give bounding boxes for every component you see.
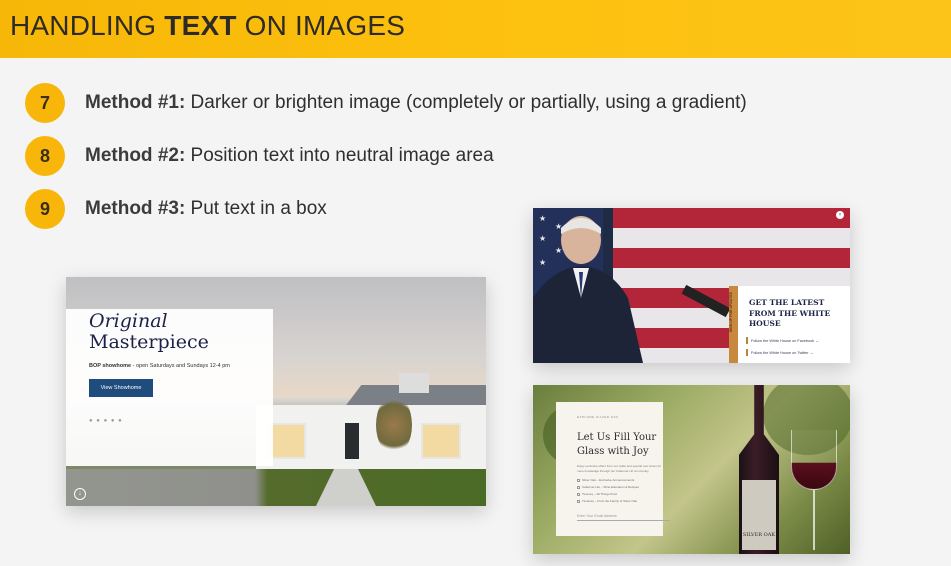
- hero-subtext-bold: BOP showhome: [89, 363, 132, 369]
- flag-stripe: [613, 248, 850, 268]
- whitehouse-heading: GET THE LATEST FROM THE WHITE HOUSE: [749, 298, 830, 330]
- method-number-badge: 7: [25, 83, 65, 123]
- heading-line: Let Us Fill Your: [577, 432, 657, 443]
- method-item-2: 8 Method #2: Position text into neutral …: [25, 136, 845, 176]
- method-description: Darker or brighten image (completely or …: [185, 92, 747, 113]
- method-label: Method #3:: [85, 198, 186, 219]
- carousel-dots[interactable]: ● ● ● ● ●: [89, 418, 123, 424]
- slide-title: HANDLING TEXT ON IMAGES: [10, 10, 405, 42]
- example-house-hero: Original Masterpiece BOP showhome - open …: [66, 277, 486, 506]
- heading-line: HOUSE: [749, 319, 781, 328]
- newsletter-checkbox[interactable]: Timeless – From the Family of Silver Oak: [577, 499, 637, 503]
- wine-overline: EXPLORE SILVER OAK: [577, 415, 619, 419]
- method-text: Method #3: Put text in a box: [85, 198, 327, 220]
- hero-heading-italic: Original: [89, 310, 168, 332]
- wine-paragraph: Enjoy exclusive offers from our cellar a…: [577, 464, 662, 473]
- newsletter-checkbox[interactable]: Cabernet Life – Wine Education & Recipes: [577, 485, 639, 489]
- method-text: Method #2: Position text into neutral im…: [85, 145, 494, 167]
- title-part-1: HANDLING: [10, 10, 165, 41]
- signup-side-tab[interactable]: SIGN UP FOR UPDATES: [729, 286, 738, 363]
- wine-glass: [791, 430, 837, 490]
- newsletter-checkbox[interactable]: Twomey – All Things Pinot: [577, 492, 617, 496]
- lawn: [66, 469, 486, 506]
- checkbox-icon[interactable]: [577, 492, 580, 496]
- email-field[interactable]: Enter Your Email Address: [577, 514, 670, 521]
- link-accent-bar: [746, 337, 748, 344]
- twitter-link[interactable]: Follow the White House on Twitter →: [751, 351, 813, 355]
- title-bold: TEXT: [164, 10, 237, 41]
- method-label: Method #2:: [85, 145, 186, 166]
- checkbox-icon[interactable]: [577, 478, 580, 482]
- hero-heading: Original Masterpiece: [89, 311, 209, 353]
- checkbox-icon[interactable]: [577, 485, 580, 489]
- scroll-down-icon[interactable]: ↓: [74, 488, 86, 500]
- tree: [376, 395, 412, 455]
- link-accent-bar: [746, 349, 748, 356]
- heading-line: FROM THE WHITE: [749, 308, 831, 318]
- method-description: Put text in a box: [185, 198, 327, 219]
- side-tab-label: SIGN UP FOR UPDATES: [729, 292, 733, 333]
- hero-subtext-rest: - open Saturdays and Sundays 12-4 pm: [131, 363, 230, 369]
- hero-heading-main: Masterpiece: [89, 331, 209, 353]
- wine-glass-stem: [813, 490, 815, 550]
- checkbox-label: Timeless – From the Family of Silver Oak: [582, 499, 637, 503]
- facebook-link[interactable]: Follow the White House on Facebook →: [751, 339, 819, 343]
- bottle-label-text: SILVER OAK: [742, 532, 776, 538]
- bottle-label: SILVER OAK: [742, 480, 776, 550]
- view-showhome-button[interactable]: View Showhome: [89, 379, 153, 397]
- hero-subtext: BOP showhome - open Saturdays and Sunday…: [89, 363, 230, 369]
- house-window: [421, 423, 461, 459]
- method-item-1: 7 Method #1: Darker or brighten image (c…: [25, 83, 845, 123]
- method-label: Method #1:: [85, 92, 186, 113]
- flag-stripe: [613, 208, 850, 228]
- heading-line: Glass with Joy: [577, 446, 649, 457]
- heading-line: GET THE LATEST: [749, 298, 825, 307]
- example-wine-signup: EXPLORE SILVER OAK Let Us Fill Your Glass…: [533, 385, 850, 554]
- checkbox-label: Cabernet Life – Wine Education & Recipes: [582, 485, 639, 489]
- checkbox-icon[interactable]: [577, 499, 580, 503]
- house-chimney: [399, 373, 429, 393]
- house-door: [345, 423, 359, 459]
- method-number-badge: 9: [25, 189, 65, 229]
- flag-stripe: [613, 228, 850, 248]
- title-part-2: ON IMAGES: [236, 10, 406, 41]
- method-text: Method #1: Darker or brighten image (com…: [85, 92, 747, 114]
- flag-stripe: [613, 268, 850, 288]
- example-whitehouse-banner: ★ ★ ★ ★ ★ SIGN UP FOR UPDATES GET THE LA…: [533, 208, 850, 363]
- method-description: Position text into neutral image area: [185, 145, 494, 166]
- newsletter-checkbox[interactable]: Silver Oak – Exclusive Announcements: [577, 478, 634, 482]
- speaker-silhouette: [533, 216, 643, 363]
- wine-heading: Let Us Fill Your Glass with Joy: [577, 431, 656, 459]
- checkbox-label: Twomey – All Things Pinot: [582, 492, 618, 496]
- slide-header: HANDLING TEXT ON IMAGES: [0, 0, 951, 58]
- method-number-badge: 8: [25, 136, 65, 176]
- close-icon[interactable]: ×: [836, 211, 844, 219]
- checkbox-label: Silver Oak – Exclusive Announcements: [582, 478, 635, 482]
